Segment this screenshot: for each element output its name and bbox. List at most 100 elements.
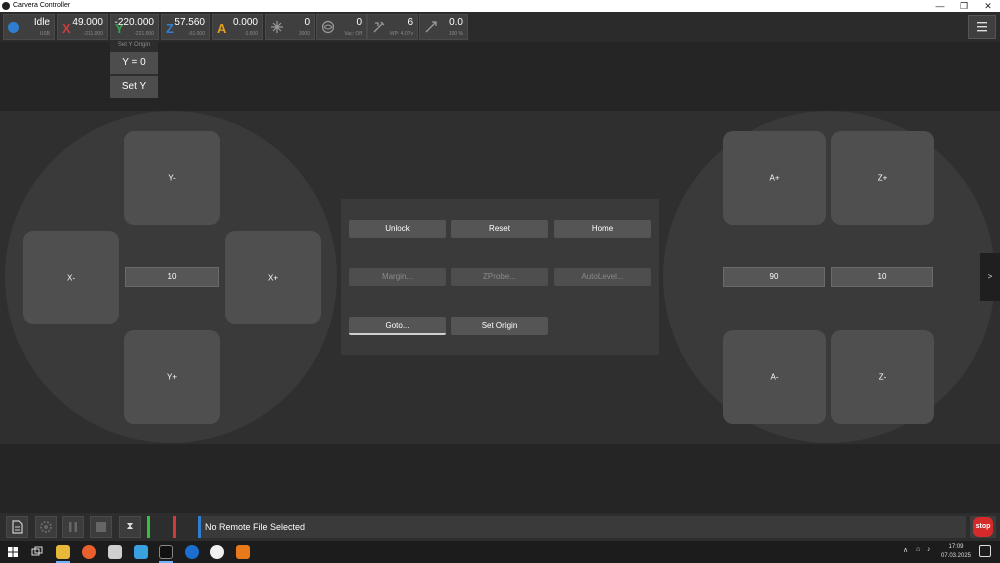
tray-chevron-up-icon[interactable]: ∧ xyxy=(903,546,908,554)
jog-x-minus-label: X- xyxy=(67,273,75,282)
az-jog-dial xyxy=(663,111,995,443)
menu-icon xyxy=(977,22,987,32)
spindle-icon xyxy=(270,20,284,34)
app-icon-6[interactable] xyxy=(185,545,199,559)
x-axis-panel[interactable]: X 49.000 -211.000 xyxy=(57,14,108,40)
volume-icon[interactable]: ♪ xyxy=(927,546,931,553)
jog-a-minus-label: A- xyxy=(770,372,779,382)
run-button[interactable] xyxy=(35,516,57,538)
xy-step-size-field[interactable]: 10 xyxy=(125,267,219,287)
task-view-icon[interactable] xyxy=(30,545,44,559)
square-stop-icon xyxy=(96,522,106,532)
a-axis-panel[interactable]: A 0.000 0.000 xyxy=(212,14,263,40)
z-machine-position: -61.000 xyxy=(188,31,205,37)
y-axis-panel[interactable]: Y -220.000 -221.000 xyxy=(110,14,159,40)
app-logo-icon xyxy=(2,2,10,10)
y-work-position: -220.000 xyxy=(114,17,154,28)
close-button[interactable]: ✕ xyxy=(976,0,1000,12)
z-axis-panel[interactable]: Z 57.560 -61.000 xyxy=(161,14,210,40)
app-icon-8[interactable] xyxy=(236,545,250,559)
tool-panel[interactable]: 6 WP: 4.07v xyxy=(367,14,418,40)
gear-icon xyxy=(40,521,52,533)
clock-time: 17:09 xyxy=(948,544,964,550)
machine-state: Idle xyxy=(33,17,50,28)
jog-a-plus-button[interactable]: A+ xyxy=(723,131,826,225)
main-menu-button[interactable] xyxy=(968,15,996,39)
stop-job-button[interactable] xyxy=(90,516,112,538)
maximize-button[interactable]: ❐ xyxy=(952,0,976,12)
set-y-button[interactable]: Set Y xyxy=(110,76,158,98)
jog-z-plus-label: Z+ xyxy=(877,173,888,183)
app-icon-3[interactable] xyxy=(108,545,122,559)
status-indicator-icon xyxy=(8,22,19,33)
stop-icon: stop xyxy=(973,517,993,537)
unlock-button[interactable]: Unlock xyxy=(349,220,446,238)
carvera-taskbar-icon[interactable] xyxy=(159,545,173,559)
remote-file-status: No Remote File Selected xyxy=(201,516,966,538)
chrome-icon[interactable] xyxy=(210,545,224,559)
firefox-icon[interactable] xyxy=(82,545,96,559)
windows-taskbar xyxy=(0,541,1000,563)
margin-button[interactable]: Margin... xyxy=(349,268,446,286)
z-axis-letter: Z xyxy=(166,21,174,36)
network-icon[interactable]: ⌂ xyxy=(916,546,920,553)
side-panel-toggle[interactable]: > xyxy=(980,253,1000,301)
pause-icon xyxy=(69,522,77,532)
notification-icon[interactable] xyxy=(979,545,991,557)
file-explorer-icon[interactable] xyxy=(56,545,70,559)
taskbar-clock[interactable]: 17:09 07.03.2025 xyxy=(940,543,972,561)
tool-icon xyxy=(372,20,386,34)
vacuum-state: Vac: Off xyxy=(344,31,362,37)
jog-z-minus-button[interactable]: Z- xyxy=(831,330,934,424)
app-icon-4[interactable] xyxy=(134,545,148,559)
emergency-stop-button[interactable]: stop xyxy=(970,516,996,538)
hourglass-button[interactable]: ⧗ xyxy=(119,516,141,538)
x-machine-position: -211.000 xyxy=(83,31,103,37)
jog-z-minus-label: Z- xyxy=(878,372,887,382)
x-work-position: 49.000 xyxy=(72,17,103,28)
status-stripe-red xyxy=(173,516,176,538)
spindle-panel[interactable]: 0 3000 xyxy=(265,14,315,40)
probe-voltage: WP: 4.07v xyxy=(389,31,413,37)
machine-state-panel[interactable]: Idle USB xyxy=(3,14,55,40)
status-stripe-green xyxy=(147,516,150,538)
jog-z-plus-button[interactable]: Z+ xyxy=(831,131,934,225)
z-step-size-field[interactable]: 10 xyxy=(831,267,933,287)
windows-start-icon[interactable] xyxy=(6,545,20,559)
feed-icon xyxy=(424,20,438,34)
minimize-button[interactable]: — xyxy=(928,0,952,12)
autolevel-button[interactable]: AutoLevel... xyxy=(554,268,651,286)
a-machine-position: 0.000 xyxy=(245,31,258,37)
jog-y-minus-button[interactable]: Y- xyxy=(124,131,220,225)
zprobe-button[interactable]: ZProbe... xyxy=(451,268,548,286)
jog-a-plus-label: A+ xyxy=(769,173,780,183)
jog-x-plus-button[interactable]: X+ xyxy=(225,231,321,324)
clock-date: 07.03.2025 xyxy=(940,553,972,559)
a-step-size-field[interactable]: 90 xyxy=(723,267,825,287)
spindle-max: 3000 xyxy=(298,31,310,37)
reset-button[interactable]: Reset xyxy=(451,220,548,238)
jog-y-plus-button[interactable]: Y+ xyxy=(124,330,220,424)
window-title: Carvera Controller xyxy=(13,2,71,9)
z-work-position: 57.560 xyxy=(174,17,205,28)
feed-rate: 0.0 xyxy=(449,17,463,28)
feed-panel[interactable]: 0.0 100 % xyxy=(419,14,468,40)
jog-a-minus-button[interactable]: A- xyxy=(723,330,826,424)
vacuum-level: 0 xyxy=(356,17,362,28)
feed-override: 100 % xyxy=(448,31,463,37)
window-titlebar: Carvera Controller — ❐ ✕ xyxy=(0,0,1000,12)
home-button[interactable]: Home xyxy=(554,220,651,238)
jog-y-minus-label: Y- xyxy=(168,173,176,183)
tool-number: 6 xyxy=(407,17,413,28)
file-browser-button[interactable] xyxy=(6,516,28,538)
vacuum-icon xyxy=(321,20,335,34)
goto-button[interactable]: Goto... xyxy=(349,317,446,335)
pause-button[interactable] xyxy=(62,516,84,538)
set-origin-button[interactable]: Set Origin xyxy=(451,317,548,335)
spindle-speed: 0 xyxy=(304,17,310,28)
set-y-origin-dropdown: Set Y Origin Y = 0 Set Y xyxy=(110,40,158,98)
vacuum-panel[interactable]: 0 Vac: Off xyxy=(316,14,367,40)
set-y-zero-button[interactable]: Y = 0 xyxy=(110,52,158,74)
connection-type: USB xyxy=(39,31,50,37)
jog-x-minus-button[interactable]: X- xyxy=(23,231,119,324)
